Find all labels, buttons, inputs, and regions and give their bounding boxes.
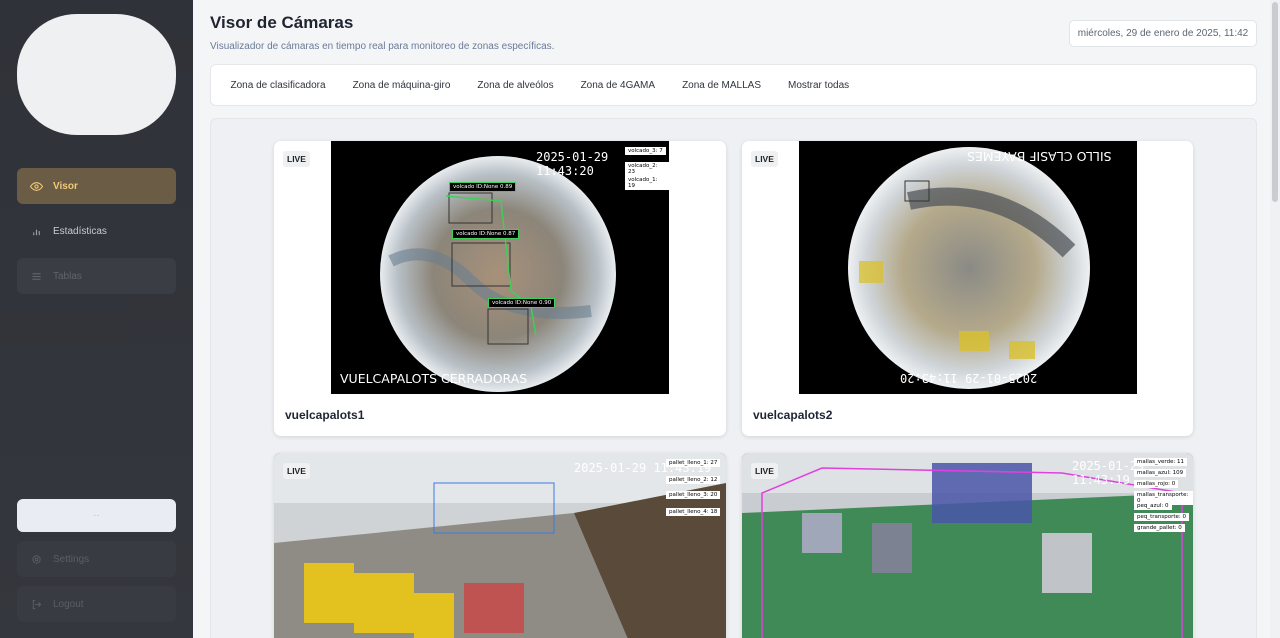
camera-name: vuelcapalots2 bbox=[753, 408, 833, 422]
counter-label: peq_transporte: 0 bbox=[1134, 513, 1190, 521]
counter-label: mallas_verde: 11 bbox=[1134, 458, 1188, 466]
live-badge: LIVE bbox=[751, 151, 778, 167]
sidebar-item-label: Logout bbox=[53, 598, 84, 610]
sidebar-item-label: Settings bbox=[53, 553, 90, 565]
counter-label: pallet_lleno_1: 27 bbox=[666, 459, 721, 467]
sidebar-item-visor[interactable]: Visor bbox=[17, 168, 176, 204]
camera-feed: 2025-01-29 11:43:19 pallet_lleno_1: 27 p… bbox=[274, 453, 726, 638]
detection-label: volcado ID:None 0.90 bbox=[488, 298, 556, 308]
counter-label: mallas_rojo: 0 bbox=[1134, 480, 1179, 488]
gear-icon bbox=[29, 552, 43, 566]
ellipsis-icon: ·· bbox=[93, 510, 100, 521]
company-logo bbox=[17, 14, 176, 135]
sidebar-item-label: Visor bbox=[53, 180, 78, 192]
camera-feed: 2025-01-29 11:43:20 SILLO CLASIF BAYEMES bbox=[799, 141, 1137, 394]
page-subtitle: Visualizador de cámaras en tiempo real p… bbox=[210, 41, 555, 52]
zone-tab-clasificadora[interactable]: Zona de clasificadora bbox=[217, 80, 339, 91]
zone-tab-maquina-giro[interactable]: Zona de máquina-giro bbox=[339, 80, 464, 91]
feed-timestamp: 2025-01-29 11:43:20 bbox=[900, 371, 1038, 385]
zone-tab-mostrar-todas[interactable]: Mostrar todas bbox=[775, 80, 863, 91]
live-badge: LIVE bbox=[751, 463, 778, 479]
eye-icon bbox=[29, 179, 43, 193]
camera-card[interactable]: 2025-01-29 11:43:20 volcado_3: 7 volcado… bbox=[274, 141, 726, 436]
detection-label: volcado ID:None 0.87 bbox=[452, 229, 520, 239]
feed-camera-label: VUELCAPALOTS CERRADORAS bbox=[340, 371, 528, 386]
counter-label: volcado_1: 19 bbox=[625, 176, 669, 190]
page-title: Visor de Cámaras bbox=[210, 13, 354, 32]
camera-card[interactable]: 2025-01-29 11:43:19 pallet_lleno_1: 27 p… bbox=[274, 453, 726, 638]
counter-label: volcado_3: 7 bbox=[625, 147, 666, 155]
sidebar: Visor Estadísticas Tablas ·· Settings Lo… bbox=[0, 0, 193, 638]
sidebar-item-tablas[interactable]: Tablas bbox=[17, 258, 176, 294]
logout-icon bbox=[29, 597, 43, 611]
counter-label: volcado_2: 23 bbox=[625, 162, 669, 176]
zone-tab-alveolos[interactable]: Zona de alveólos bbox=[464, 80, 567, 91]
sidebar-item-estadisticas[interactable]: Estadísticas bbox=[17, 213, 176, 249]
counter-label: pallet_lleno_2: 12 bbox=[666, 476, 721, 484]
bar-chart-icon bbox=[29, 224, 43, 238]
zone-filter-bar: Zona de clasificadora Zona de máquina-gi… bbox=[210, 64, 1257, 106]
counter-label: pallet_lleno_3: 20 bbox=[666, 491, 721, 499]
sidebar-action-button[interactable]: ·· bbox=[17, 499, 176, 532]
zone-tab-4gama[interactable]: Zona de 4GAMA bbox=[567, 80, 668, 91]
counter-label: grande_pallet: 0 bbox=[1134, 524, 1185, 532]
sidebar-item-label: Estadísticas bbox=[53, 225, 107, 237]
page-scrollbar[interactable] bbox=[1270, 0, 1280, 638]
camera-feed: 2025-01-29 11:43:19 mallas_verde: 11 mal… bbox=[742, 453, 1193, 638]
live-badge: LIVE bbox=[283, 151, 310, 167]
table-icon bbox=[29, 269, 43, 283]
sidebar-item-label: Tablas bbox=[53, 270, 82, 282]
scroll-thumb[interactable] bbox=[1272, 2, 1278, 202]
live-badge: LIVE bbox=[283, 463, 310, 479]
feed-camera-label: SILLO CLASIF BAYEMES bbox=[967, 149, 1112, 164]
camera-card[interactable]: 2025-01-29 11:43:20 SILLO CLASIF BAYEMES… bbox=[742, 141, 1193, 436]
counter-label: peq_azul: 0 bbox=[1134, 502, 1172, 510]
detection-label: volcado ID:None 0.89 bbox=[449, 182, 517, 192]
counter-label: pallet_lleno_4: 18 bbox=[666, 508, 721, 516]
sidebar-item-settings[interactable]: Settings bbox=[17, 541, 176, 577]
datetime-display: miércoles, 29 de enero de 2025, 11:42 bbox=[1069, 20, 1257, 47]
camera-feed: 2025-01-29 11:43:20 volcado_3: 7 volcado… bbox=[331, 141, 669, 394]
zone-tab-mallas[interactable]: Zona de MALLAS bbox=[669, 80, 775, 91]
sidebar-item-logout[interactable]: Logout bbox=[17, 586, 176, 622]
camera-name: vuelcapalots1 bbox=[285, 408, 365, 422]
counter-label: mallas_azul: 109 bbox=[1134, 469, 1187, 477]
camera-card[interactable]: 2025-01-29 11:43:19 mallas_verde: 11 mal… bbox=[742, 453, 1193, 638]
